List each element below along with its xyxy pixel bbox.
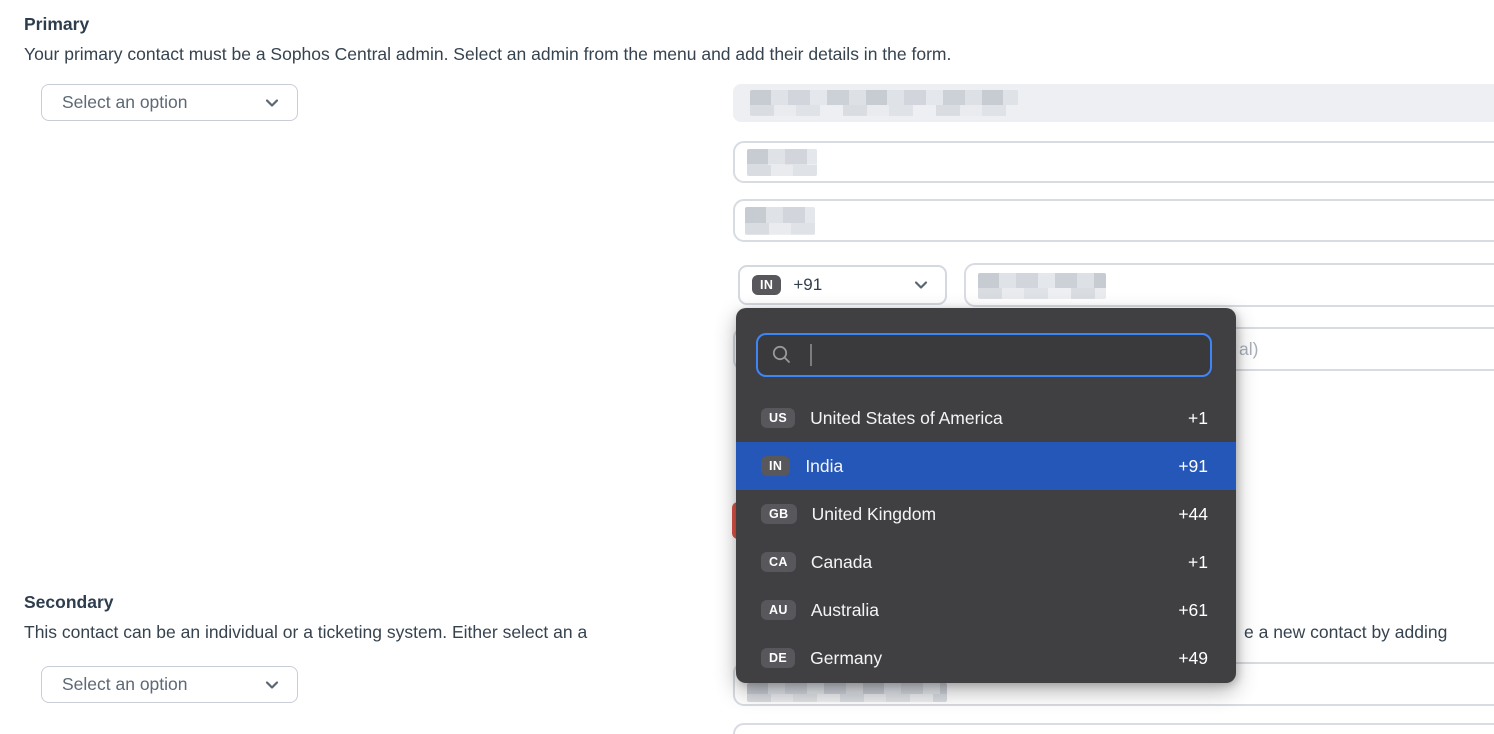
secondary-contact-select[interactable]: Select an option (41, 666, 298, 703)
country-name: India (805, 456, 843, 477)
flag-badge: US (761, 408, 795, 429)
chevron-down-icon (262, 675, 282, 695)
secondary-contact-select-label: Select an option (62, 674, 188, 695)
secondary-section-description-left: This contact can be an individual or a t… (24, 622, 587, 643)
country-option-us[interactable]: US United States of America +1 (736, 394, 1236, 442)
country-search-input[interactable] (756, 333, 1212, 377)
redacted-email-text (750, 90, 1018, 116)
email-field-disabled (733, 84, 1494, 122)
flag-badge: CA (761, 552, 796, 573)
dial-code: +1 (1188, 552, 1208, 573)
primary-admin-select-label: Select an option (62, 92, 188, 113)
country-search-field[interactable] (812, 344, 1198, 366)
redacted-phone-number (978, 273, 1106, 299)
first-name-input[interactable] (733, 141, 1494, 183)
primary-admin-select[interactable]: Select an option (41, 84, 298, 121)
country-list: US United States of America +1 IN India … (736, 394, 1236, 682)
country-option-au[interactable]: AU Australia +61 (736, 586, 1236, 634)
country-name: Australia (811, 600, 879, 621)
secondary-section-description-right: e a new contact by adding (1244, 622, 1447, 643)
country-name: Canada (811, 552, 872, 573)
flag-badge: AU (761, 600, 796, 621)
flag-badge: GB (761, 504, 797, 525)
secondary-next-input[interactable] (733, 723, 1494, 734)
country-dropdown-panel: US United States of America +1 IN India … (736, 308, 1236, 683)
primary-section-description: Your primary contact must be a Sophos Ce… (24, 44, 951, 65)
country-option-gb[interactable]: GB United Kingdom +44 (736, 490, 1236, 538)
dial-code: +49 (1178, 648, 1208, 669)
country-code-badge: IN (752, 275, 781, 296)
primary-section-title: Primary (24, 14, 89, 35)
flag-badge: DE (761, 648, 795, 669)
country-option-de[interactable]: DE Germany +49 (736, 634, 1236, 682)
optional-placeholder-fragment: al) (1239, 339, 1258, 360)
secondary-section-title: Secondary (24, 592, 113, 613)
country-dial-code: +91 (793, 275, 822, 295)
search-icon (770, 343, 794, 367)
last-name-input[interactable] (733, 199, 1494, 242)
country-name: United Kingdom (812, 504, 937, 525)
phone-number-input[interactable] (964, 263, 1494, 307)
dial-code: +1 (1188, 408, 1208, 429)
dial-code: +44 (1178, 504, 1208, 525)
chevron-down-icon (911, 275, 931, 295)
country-code-select[interactable]: IN +91 (738, 265, 947, 305)
redacted-secondary-text (747, 683, 947, 702)
country-option-ca[interactable]: CA Canada +1 (736, 538, 1236, 586)
redacted-first-name (747, 149, 817, 176)
country-option-in[interactable]: IN India +91 (736, 442, 1236, 490)
dial-code: +91 (1178, 456, 1208, 477)
country-name: United States of America (810, 408, 1003, 429)
dial-code: +61 (1178, 600, 1208, 621)
contact-details-page: Primary Your primary contact must be a S… (0, 0, 1494, 734)
chevron-down-icon (262, 93, 282, 113)
redacted-last-name (745, 207, 815, 235)
flag-badge: IN (761, 456, 790, 477)
country-name: Germany (810, 648, 882, 669)
